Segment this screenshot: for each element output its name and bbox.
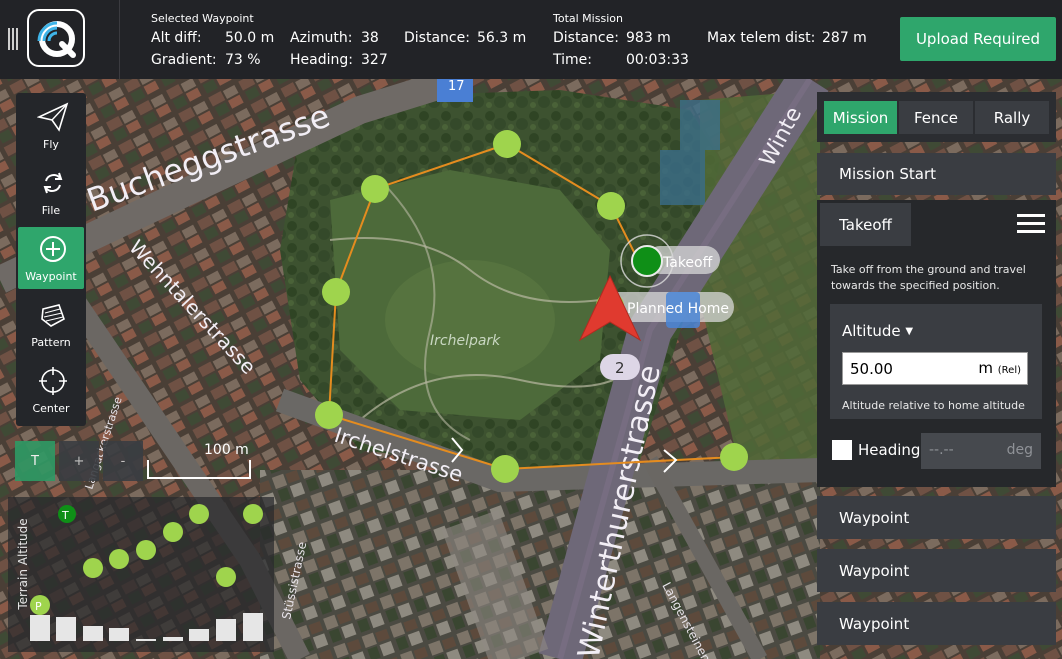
altitude-help: Altitude relative to home altitude [842,399,1025,412]
hamburger-menu-icon[interactable] [8,28,18,50]
total-distance-label: Distance: [553,30,619,46]
tool-file-label: File [41,204,61,217]
tool-waypoint[interactable]: Waypoint [18,227,84,289]
alt-diff-value: 50.0 m [225,30,275,46]
heading-placeholder: --.-- [929,442,954,458]
planned-home-label: Planned Home [627,301,729,317]
terrain-bars [30,613,263,641]
waypoint-marker[interactable] [597,192,625,220]
takeoff-editor: Takeoff Take off from the ground and tra… [817,200,1056,487]
terrain-waypoint[interactable] [83,558,103,578]
altitude-unit: m (Rel) [978,359,1021,377]
heading-input[interactable]: --.-- deg [921,433,1041,469]
tab-fence[interactable]: Fence [899,101,973,134]
tool-pattern-label: Pattern [31,336,71,349]
plus-circle-icon [40,236,66,262]
terrain-waypoint[interactable] [216,567,236,587]
alt-diff-label: Alt diff: [151,30,202,46]
azimuth-value: 38 [361,30,379,46]
mission-item-label: Waypoint [839,614,910,633]
zoom-out-button[interactable]: - [103,441,143,481]
tool-fly[interactable]: Fly [18,95,84,157]
chevron-down-icon: ▼ [905,326,914,337]
terrain-toggle-button[interactable]: T [15,441,55,481]
takeoff-marker-label: Takeoff [662,255,713,271]
distance-label: Distance: [404,30,470,46]
terrain-waypoint[interactable] [243,504,263,524]
scale-label: 100 m [204,442,249,458]
tab-rally[interactable]: Rally [975,101,1049,134]
mission-item-label: Waypoint [839,508,910,527]
heading-unit: deg [1006,442,1033,458]
terrain-waypoint[interactable] [136,540,156,560]
waypoint-marker[interactable] [491,455,519,483]
altitude-dropdown[interactable]: Altitude ▼ [842,322,913,340]
total-distance-value: 983 m [626,30,671,46]
takeoff-description: Take off from the ground and travel towa… [831,263,1026,292]
altitude-value: 50.00 [850,360,893,378]
tool-pattern[interactable]: Pattern [18,293,84,355]
waypoint-marker[interactable] [361,175,389,203]
gradient-value: 73 % [225,52,261,68]
mission-item-waypoint[interactable]: Waypoint [817,602,1056,645]
map-label-irchelpark: Irchelpark [430,333,501,349]
terrain-takeoff-letter: T [61,509,69,522]
plan-toolstrip: Fly File Waypoint Pattern Center [16,93,86,426]
terrain-altitude-panel: Terrain Altitude T P [8,497,274,652]
selected-waypoint-title: Selected Waypoint [151,12,254,25]
heading-checkbox[interactable] [832,440,852,460]
altitude-section: Altitude ▼ 50.00 m (Rel) Altitude relati… [830,304,1042,419]
waypoint-marker[interactable] [493,130,521,158]
terrain-home-letter: P [35,600,42,613]
terrain-waypoint[interactable] [109,549,129,569]
waypoint-marker[interactable] [720,443,748,471]
paper-plane-icon [37,102,69,132]
terrain-waypoint[interactable] [189,504,209,524]
total-mission-title: Total Mission [553,12,623,25]
total-time-label: Time: [553,52,592,68]
heading-label: Heading: [290,52,353,68]
terrain-waypoint[interactable] [163,522,183,542]
takeoff-item-title[interactable]: Takeoff [820,203,911,246]
polygon-icon [41,304,65,327]
top-toolbar: Selected Waypoint Alt diff: 50.0 m Gradi… [0,0,1062,79]
mission-start-label: Mission Start [839,165,937,183]
azimuth-label: Azimuth: [290,30,353,46]
tool-file[interactable]: File [18,161,84,223]
gradient-label: Gradient: [151,52,217,68]
qgc-window: Bucheggstrasse Wehntalerstrasse Irchelst… [0,0,1062,659]
sync-icon [43,172,63,194]
waypoint-marker[interactable] [322,278,350,306]
heading-value: 327 [361,52,388,68]
tool-waypoint-label: Waypoint [25,270,77,283]
max-telem-label: Max telem dist: [707,30,816,46]
road-sign-label: 17 [448,79,465,94]
crosshair-icon [39,367,67,395]
mission-item-waypoint[interactable]: Waypoint [817,496,1056,539]
tool-fly-label: Fly [43,138,59,151]
mission-item-waypoint[interactable]: Waypoint [817,549,1056,592]
tab-mission[interactable]: Mission [824,101,897,134]
hamburger-menu-icon[interactable] [1017,214,1045,234]
tool-center[interactable]: Center [18,359,84,421]
altitude-label: Altitude [842,322,901,340]
total-time-value: 00:03:33 [626,52,689,68]
upload-required-button[interactable]: Upload Required [900,17,1056,61]
heading-label: Heading [858,441,921,459]
max-telem-value: 287 m [822,30,867,46]
qgc-logo-icon[interactable] [27,9,85,67]
takeoff-marker[interactable] [631,245,663,277]
mission-item-label: Waypoint [839,561,910,580]
altitude-input[interactable]: 50.00 m (Rel) [842,352,1028,385]
mission-start-item[interactable]: Mission Start [817,153,1056,195]
tool-center-label: Center [32,402,70,415]
plan-type-tabs: Mission Fence Rally [817,92,1056,142]
waypoint-number-label: 2 [615,359,625,377]
waypoint-marker[interactable] [315,401,343,429]
distance-value: 56.3 m [477,30,527,46]
zoom-in-button[interactable]: + [59,441,99,481]
